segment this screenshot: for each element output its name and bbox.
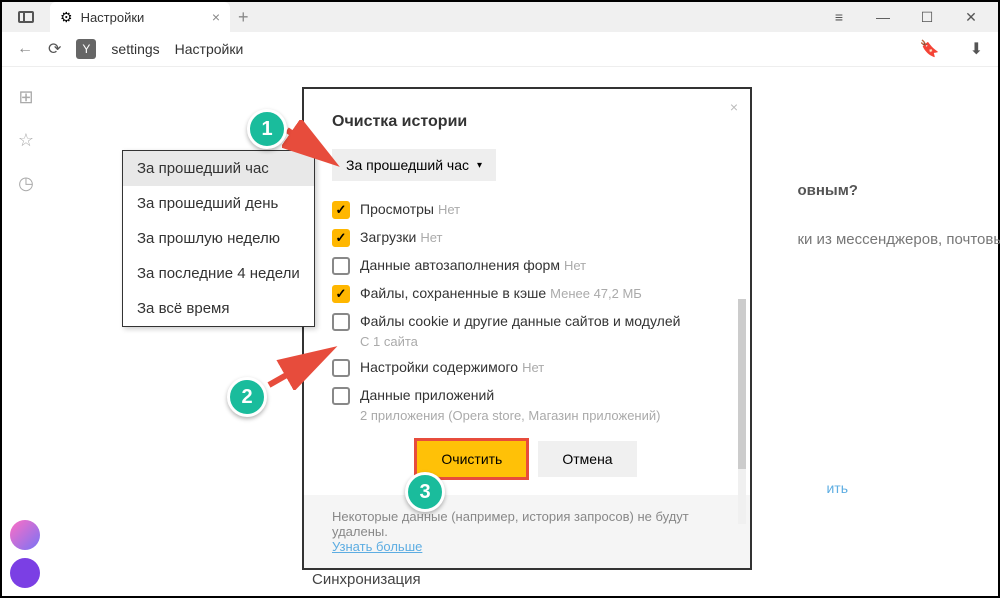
bg-right: овным? ки из мессенджеров, почтовых клие (797, 177, 1000, 254)
annotation-badge-1: 1 (247, 109, 287, 149)
site-icon: Y (76, 39, 96, 59)
browser-tab[interactable]: ⚙ Настройки × (50, 2, 230, 32)
dialog-title: Очистка истории (332, 113, 722, 131)
annotation-badge-2: 2 (227, 377, 267, 417)
annotation-arrow-2 (264, 340, 339, 390)
address-bar: ← ⟳ Y settings Настройки 🔖 ⬇ (2, 32, 998, 67)
cancel-button[interactable]: Отмена (538, 441, 636, 477)
annotation-badge-3: 3 (405, 472, 445, 512)
checkbox[interactable] (332, 257, 350, 275)
dropdown-item[interactable]: За прошлую неделю (123, 221, 314, 256)
clear-button[interactable]: Очистить (417, 441, 526, 477)
maximize-icon[interactable]: ☐ (915, 5, 939, 29)
checkbox[interactable] (332, 313, 350, 331)
dialog-footer: Некоторые данные (например, история запр… (304, 495, 750, 568)
bg-sync: Синхронизация (312, 571, 421, 588)
chevron-down-icon: ▾ (477, 160, 482, 171)
close-icon[interactable]: × (212, 9, 220, 25)
bookmark-icon[interactable]: 🔖 (920, 39, 940, 59)
check-row: Данные приложений2 приложения (Opera sto… (332, 387, 722, 423)
time-dropdown-menu: За прошедший час За прошедший день За пр… (122, 150, 315, 327)
titlebar: ⚙ Настройки × + ≡ — ☐ ✕ (2, 2, 998, 32)
new-tab-button[interactable]: + (238, 7, 249, 28)
bg-link[interactable]: ить (826, 480, 848, 496)
tiles-icon[interactable]: ⊞ (18, 87, 33, 108)
check-row: Файлы cookie и другие данные сайтов и мо… (332, 313, 722, 349)
dropdown-item[interactable]: За всё время (123, 291, 314, 326)
check-row: ЗагрузкиНет (332, 229, 722, 247)
checkbox[interactable] (332, 201, 350, 219)
dropdown-item[interactable]: За прошедший день (123, 186, 314, 221)
scrollbar[interactable] (738, 299, 746, 524)
clear-history-dialog: × Очистка истории За прошедший час ▾ Про… (302, 87, 752, 570)
app-pill-1[interactable] (10, 520, 40, 550)
url-path[interactable]: settings (111, 41, 159, 57)
dropdown-item[interactable]: За последние 4 недели (123, 256, 314, 291)
tab-title: Настройки (81, 10, 204, 25)
download-icon[interactable]: ⬇ (970, 39, 983, 59)
check-row: ПросмотрыНет (332, 201, 722, 219)
app-icon (18, 11, 34, 23)
annotation-arrow-1 (282, 120, 342, 170)
window-controls: ≡ — ☐ ✕ (827, 5, 998, 29)
checkbox[interactable] (332, 285, 350, 303)
checkbox-list: ПросмотрыНет ЗагрузкиНет Данные автозапо… (332, 201, 722, 423)
history-icon[interactable]: ◷ (18, 173, 34, 194)
app-pill-2[interactable] (10, 558, 40, 588)
gear-icon: ⚙ (60, 9, 73, 26)
back-icon[interactable]: ← (17, 40, 33, 58)
close-window-icon[interactable]: ✕ (959, 5, 983, 29)
learn-more-link[interactable]: Узнать больше (332, 539, 422, 554)
dialog-buttons: Очистить Отмена (304, 423, 750, 495)
check-row: Файлы, сохраненные в кэшеМенее 47,2 МБ (332, 285, 722, 303)
bottom-pills (10, 520, 40, 588)
check-row: Настройки содержимогоНет (332, 359, 722, 377)
time-select[interactable]: За прошедший час ▾ (332, 149, 496, 181)
check-row: Данные автозаполнения формНет (332, 257, 722, 275)
close-icon[interactable]: × (730, 99, 738, 115)
sidebar: ⊞ ☆ ◷ (2, 67, 50, 194)
app-icon-wrap (2, 11, 50, 23)
reload-icon[interactable]: ⟳ (48, 39, 61, 59)
menu-icon[interactable]: ≡ (827, 5, 851, 29)
checkbox[interactable] (332, 229, 350, 247)
star-icon[interactable]: ☆ (18, 130, 34, 151)
minimize-icon[interactable]: — (871, 5, 895, 29)
url-page: Настройки (175, 41, 244, 57)
